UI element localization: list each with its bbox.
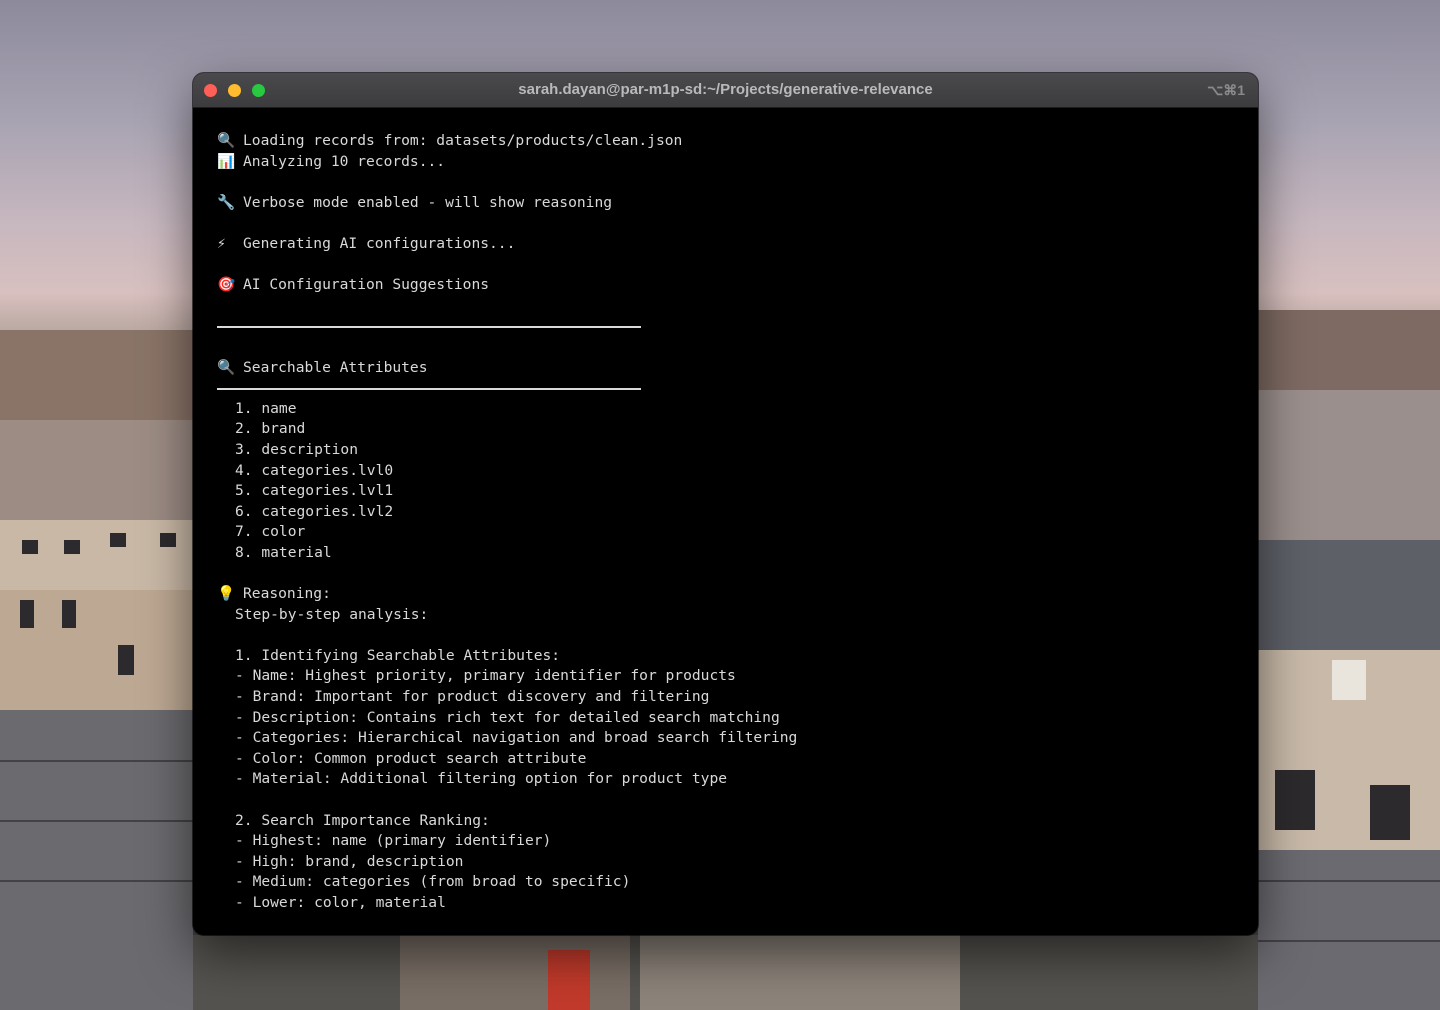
reasoning-line: 2. Search Importance Ranking: — [235, 811, 490, 829]
suggestions-heading: 🎯 AI Configuration Suggestions — [217, 275, 1248, 296]
lightbulb-icon: 💡 — [217, 585, 236, 603]
section-heading: 🔍 Searchable Attributes — [217, 358, 1248, 379]
reasoning-line: - Categories: Hierarchical navigation an… — [235, 729, 798, 747]
reasoning-line: - Highest: name (primary identifier) — [235, 832, 552, 850]
magnifier-icon: 🔍 — [217, 132, 236, 149]
generating-line: ⚡ Generating AI configurations... — [217, 234, 1248, 255]
magnifier-icon: 🔍 — [217, 358, 236, 376]
lightning-icon: ⚡ — [217, 234, 226, 252]
reasoning-line — [217, 790, 1248, 811]
reasoning-line: - Name: Highest priority, primary identi… — [235, 667, 736, 685]
list-item: 2. brand — [235, 420, 306, 438]
list-item: 6. categories.lvl2 — [235, 502, 394, 520]
reasoning-line: 1. Identifying Searchable Attributes: — [235, 646, 561, 664]
verbose-line: 🔧 Verbose mode enabled - will show reason… — [217, 193, 1248, 214]
title-bar[interactable]: sarah.dayan@par-m1p-sd:~/Projects/genera… — [193, 73, 1258, 108]
reasoning-line: - High: brand, description — [235, 852, 464, 870]
window-title: sarah.dayan@par-m1p-sd:~/Projects/genera… — [518, 81, 933, 98]
list-item: 1. name — [235, 399, 297, 417]
reasoning-heading: 💡 Reasoning: — [217, 584, 1248, 605]
analyzing-line: 📊 Analyzing 10 records... — [217, 152, 1248, 173]
reasoning-line: - Brand: Important for product discovery… — [235, 688, 710, 706]
attributes-list: 1. name 2. brand 3. description 4. categ… — [217, 399, 1248, 564]
target-icon: 🎯 — [217, 276, 236, 294]
wrench-icon: 🔧 — [217, 193, 236, 211]
bar-chart-icon: 📊 — [217, 152, 236, 170]
separator-line — [217, 388, 641, 391]
reasoning-line: - Medium: categories (from broad to spec… — [235, 873, 631, 891]
window-shortcut: ⌥⌘1 — [1207, 82, 1245, 98]
list-item: 8. material — [235, 543, 332, 561]
reasoning-line — [217, 625, 1248, 646]
separator-line — [217, 326, 641, 329]
reasoning-block: Step-by-step analysis: 1. Identifying Se… — [217, 605, 1248, 914]
loading-line: 🔍 Loading records from: datasets/products… — [217, 131, 1248, 152]
list-item: 5. categories.lvl1 — [235, 482, 394, 500]
terminal-window: sarah.dayan@par-m1p-sd:~/Projects/genera… — [193, 73, 1258, 935]
list-item: 7. color — [235, 523, 306, 541]
reasoning-line: - Lower: color, material — [235, 893, 446, 911]
list-item: 4. categories.lvl0 — [235, 461, 394, 479]
reasoning-line: - Description: Contains rich text for de… — [235, 708, 780, 726]
terminal-output[interactable]: 🔍 Loading records from: datasets/products… — [217, 131, 1248, 935]
list-item: 3. description — [235, 440, 359, 458]
reasoning-line: - Material: Additional filtering option … — [235, 770, 728, 788]
reasoning-line: - Color: Common product search attribute — [235, 749, 587, 767]
reasoning-line: Step-by-step analysis: — [235, 605, 429, 623]
